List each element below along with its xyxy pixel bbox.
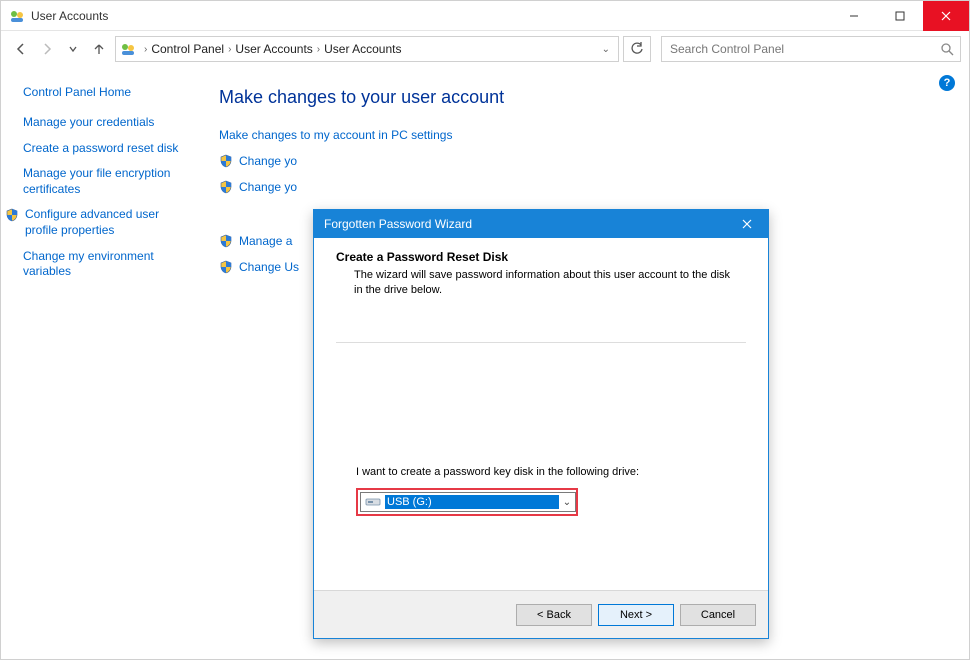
sidebar-link-env-variables[interactable]: Change my environment variables (23, 249, 193, 280)
sidebar-link-file-encryption[interactable]: Manage your file encryption certificates (23, 166, 193, 197)
wizard-subtext: The wizard will save password informatio… (354, 268, 734, 298)
sidebar-link-password-reset-disk[interactable]: Create a password reset disk (23, 141, 193, 157)
sidebar-link-manage-credentials[interactable]: Manage your credentials (23, 115, 193, 131)
address-bar[interactable]: › Control Panel › User Accounts › User A… (115, 36, 619, 62)
drive-prompt-label: I want to create a password key disk in … (356, 466, 639, 478)
window-title: User Accounts (31, 9, 108, 23)
task-link-label: Change Us (239, 260, 299, 274)
shield-icon (219, 180, 233, 194)
page-title: Make changes to your user account (219, 87, 951, 108)
password-wizard-dialog: Forgotten Password Wizard Create a Passw… (313, 209, 769, 639)
drive-icon (365, 496, 381, 508)
search-icon[interactable] (936, 42, 954, 56)
task-link-label: Change yo (239, 180, 297, 194)
wizard-heading: Create a Password Reset Disk (336, 250, 746, 264)
content-area: ? Control Panel Home Manage your credent… (1, 67, 969, 659)
chevron-down-icon[interactable]: ⌄ (559, 497, 575, 508)
chevron-right-icon[interactable]: › (317, 44, 320, 55)
minimize-button[interactable] (831, 1, 877, 31)
wizard-close-button[interactable] (726, 210, 768, 238)
task-link-label: Change yo (239, 154, 297, 168)
nav-row: › Control Panel › User Accounts › User A… (1, 31, 969, 67)
wizard-titlebar[interactable]: Forgotten Password Wizard (314, 210, 768, 238)
refresh-button[interactable] (623, 36, 651, 62)
divider (336, 342, 746, 343)
back-button[interactable] (9, 37, 33, 61)
task-link-change-1[interactable]: Change yo (219, 154, 951, 168)
control-panel-window: User Accounts (0, 0, 970, 660)
recent-locations-button[interactable] (61, 37, 85, 61)
wizard-body: Create a Password Reset Disk The wizard … (314, 238, 768, 590)
back-button[interactable]: < Back (516, 604, 592, 626)
next-button[interactable]: Next > (598, 604, 674, 626)
wizard-title: Forgotten Password Wizard (324, 217, 726, 231)
breadcrumb-segment[interactable]: User Accounts (235, 42, 312, 56)
help-icon[interactable]: ? (939, 75, 955, 91)
drive-highlight-box: USB (G:) ⌄ (356, 488, 578, 516)
control-panel-home-link[interactable]: Control Panel Home (23, 85, 193, 99)
forward-button[interactable] (35, 37, 59, 61)
drive-selected-value: USB (G:) (385, 495, 559, 509)
shield-icon (5, 208, 19, 222)
maximize-button[interactable] (877, 1, 923, 31)
breadcrumb-segment[interactable]: Control Panel (151, 42, 224, 56)
task-link-pc-settings[interactable]: Make changes to my account in PC setting… (219, 128, 951, 142)
chevron-down-icon[interactable]: ⌄ (598, 44, 614, 55)
task-link-label: Manage a (239, 234, 292, 248)
close-button[interactable] (923, 1, 969, 31)
shield-icon (219, 234, 233, 248)
drive-select[interactable]: USB (G:) ⌄ (360, 492, 576, 512)
task-link-change-2[interactable]: Change yo (219, 180, 951, 194)
breadcrumb-segment[interactable]: User Accounts (324, 42, 401, 56)
shield-icon (219, 260, 233, 274)
sidebar-link-advanced-profile[interactable]: Configure advanced user profile properti… (25, 207, 193, 238)
titlebar: User Accounts (1, 1, 969, 31)
shield-icon (219, 154, 233, 168)
search-input[interactable] (668, 41, 936, 57)
chevron-right-icon[interactable]: › (228, 44, 231, 55)
user-accounts-icon (9, 8, 25, 24)
wizard-footer: < Back Next > Cancel (314, 590, 768, 638)
search-box[interactable] (661, 36, 961, 62)
sidebar: Control Panel Home Manage your credentia… (1, 67, 201, 659)
up-button[interactable] (87, 37, 111, 61)
user-accounts-icon (120, 41, 136, 57)
nav-buttons (9, 37, 111, 61)
chevron-right-icon[interactable]: › (144, 44, 147, 55)
cancel-button[interactable]: Cancel (680, 604, 756, 626)
